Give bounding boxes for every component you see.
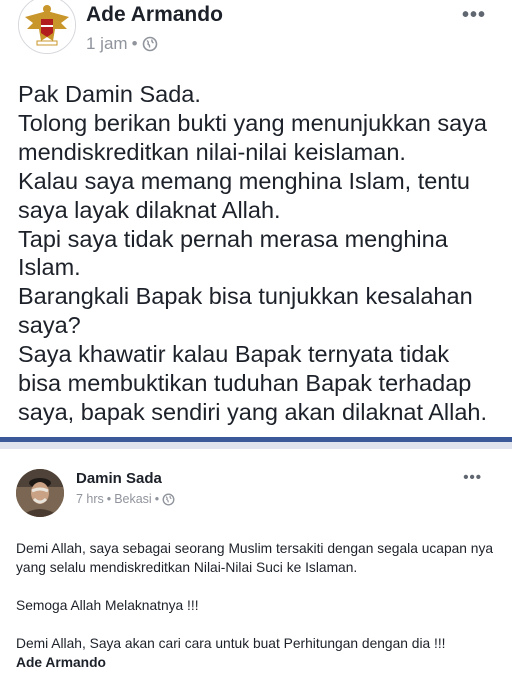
garuda-emblem-icon [19,0,75,53]
post-damin-sada: Damin Sada 7 hrs • Bekasi • ••• Demi All… [0,449,512,680]
meta-separator: • [106,492,112,506]
meta-separator: • [131,34,138,53]
post-body-text: Pak Damin Sada. Tolong berikan bukti yan… [18,81,488,425]
post-author-name[interactable]: Ade Armando [86,3,223,27]
globe-icon [162,493,175,505]
avatar-garuda[interactable] [18,0,76,54]
divider-accent-bar [0,437,512,442]
profile-photo-icon [16,469,64,517]
post-meta: 7 hrs • Bekasi • [76,492,175,506]
more-options-icon[interactable]: ••• [463,469,482,486]
post-paragraph: Semoga Allah Melaknatnya !!! [16,598,199,613]
post-location[interactable]: Bekasi [114,492,152,506]
post-body-text: Demi Allah, saya sebagai seorang Muslim … [16,539,506,672]
avatar-damin-sada[interactable] [16,469,64,517]
post-timestamp[interactable]: 1 jam [86,34,128,54]
post-meta: 1 jam • [86,34,158,54]
mention-link[interactable]: Ade Armando [16,653,506,672]
post-timestamp[interactable]: 7 hrs [76,492,104,506]
post-ade-armando: Ade Armando 1 jam • ••• Pak Damin Sada. … [0,0,512,436]
more-options-icon[interactable]: ••• [462,4,486,27]
globe-icon [142,36,157,52]
post-paragraph: Demi Allah, saya sebagai seorang Muslim … [16,541,494,575]
post-paragraph: Demi Allah, Saya akan cari cara untuk bu… [16,636,446,651]
post-author-name[interactable]: Damin Sada [76,470,162,487]
meta-separator: • [154,492,160,506]
